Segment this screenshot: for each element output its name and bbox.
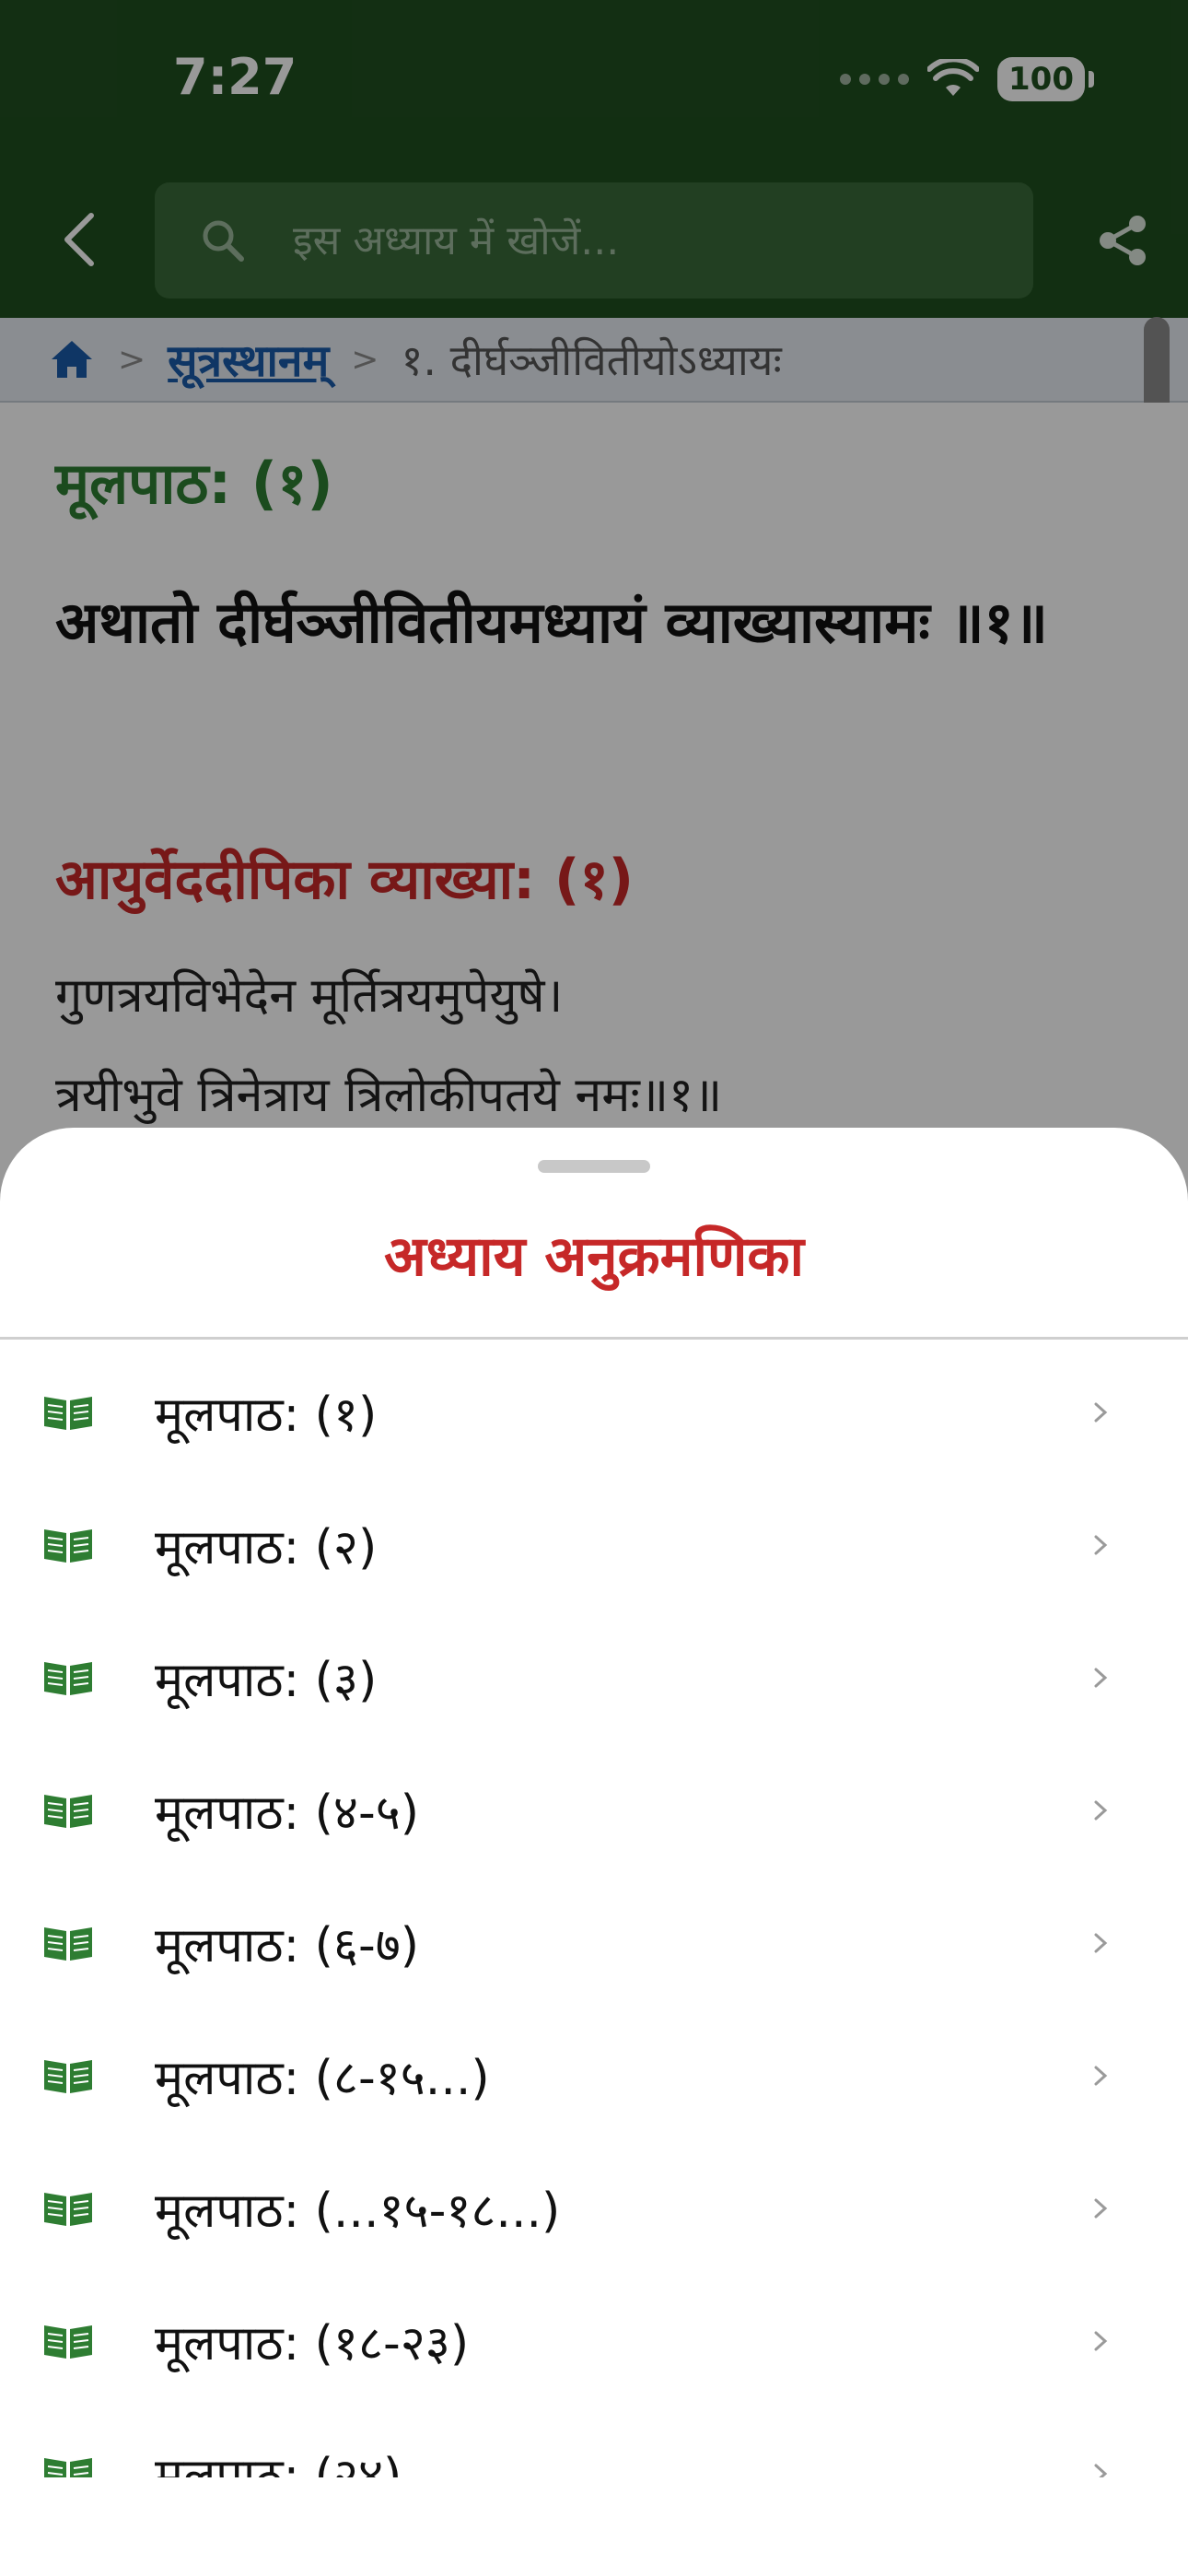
- book-icon: [44, 1927, 92, 1961]
- toc-item[interactable]: मूलपाठ: (१८-२३): [0, 2268, 1188, 2401]
- book-icon: [44, 1662, 92, 1695]
- toc-item-label: मूलपाठ: (१८-२३): [155, 2316, 470, 2371]
- book-icon: [44, 1529, 92, 1563]
- chevron-right-icon: [1094, 1668, 1108, 1688]
- book-icon: [44, 1795, 92, 1828]
- toc-item-label: मूलपाठ: (३): [155, 1653, 378, 1708]
- chevron-right-icon: [1094, 1535, 1108, 1555]
- book-icon: [44, 1397, 92, 1430]
- book-icon: [44, 2325, 92, 2359]
- toc-item-label: मूलपाठ: (१): [155, 1388, 378, 1443]
- chevron-right-icon: [1094, 1800, 1108, 1821]
- toc-item-label: मूलपाठ: (८-१५...): [155, 2051, 490, 2106]
- toc-item-label: मूलपाठ: (४-५): [155, 1786, 420, 1841]
- book-icon: [44, 2193, 92, 2226]
- toc-item-label: मूलपाठ: (...१५-१८...): [155, 2184, 561, 2239]
- toc-item[interactable]: मूलपाठ: (...१५-१८...): [0, 2136, 1188, 2268]
- toc-item-label: मूलपाठ: (६-७): [155, 1918, 420, 1973]
- chevron-right-icon: [1094, 2066, 1108, 2086]
- toc-item[interactable]: मूलपाठ: (६-७): [0, 1870, 1188, 2003]
- sheet-title: अध्याय अनुक्रमणिका: [383, 1224, 805, 1289]
- toc-item[interactable]: मूलपाठ: (१): [0, 1340, 1188, 1472]
- chapter-index-sheet: अध्याय अनुक्रमणिका मूलपाठ: (१) मूलपाठ: (…: [0, 1128, 1188, 2576]
- toc-item[interactable]: मूलपाठ: (४-५): [0, 1738, 1188, 1870]
- chevron-right-icon: [1094, 2198, 1108, 2219]
- toc-item[interactable]: मूलपाठ: (२): [0, 1472, 1188, 1605]
- sheet-grabber[interactable]: [538, 1160, 650, 1173]
- chevron-right-icon: [1094, 1402, 1108, 1423]
- chevron-right-icon: [1094, 1933, 1108, 1953]
- book-icon: [44, 2060, 92, 2093]
- toc-item[interactable]: मूलपाठ: (८-१५...): [0, 2003, 1188, 2136]
- toc-list: मूलपाठ: (१) मूलपाठ: (२) मूलपाठ: (३) मूलप…: [0, 1340, 1188, 2576]
- toc-item[interactable]: मूलपाठ: (३): [0, 1605, 1188, 1738]
- sheet-bottom-area: [0, 2477, 1188, 2576]
- chevron-right-icon: [1094, 2331, 1108, 2351]
- toc-item-label: मूलपाठ: (२): [155, 1520, 378, 1575]
